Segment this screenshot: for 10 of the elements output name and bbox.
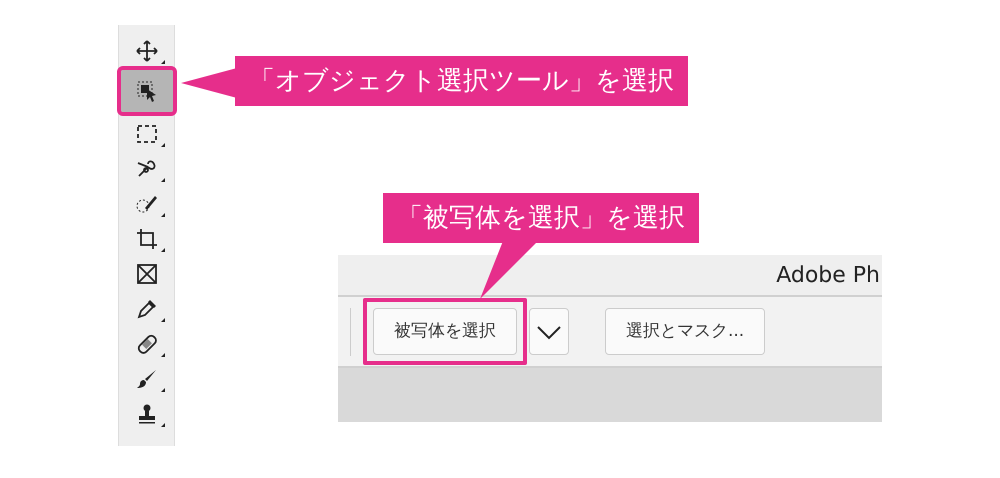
option-button[interactable]: 被写体を選択 <box>373 308 517 355</box>
tool-button[interactable] <box>120 70 172 112</box>
dropdown-button[interactable] <box>529 308 569 355</box>
object-select-icon <box>134 79 158 103</box>
crop-icon <box>134 226 158 250</box>
frame-icon <box>134 262 158 286</box>
window-title: Adobe Ph <box>776 262 880 290</box>
option-button[interactable]: 選択とマスク... <box>605 308 766 355</box>
chevron-down-icon <box>536 324 562 340</box>
move-icon <box>134 38 158 62</box>
